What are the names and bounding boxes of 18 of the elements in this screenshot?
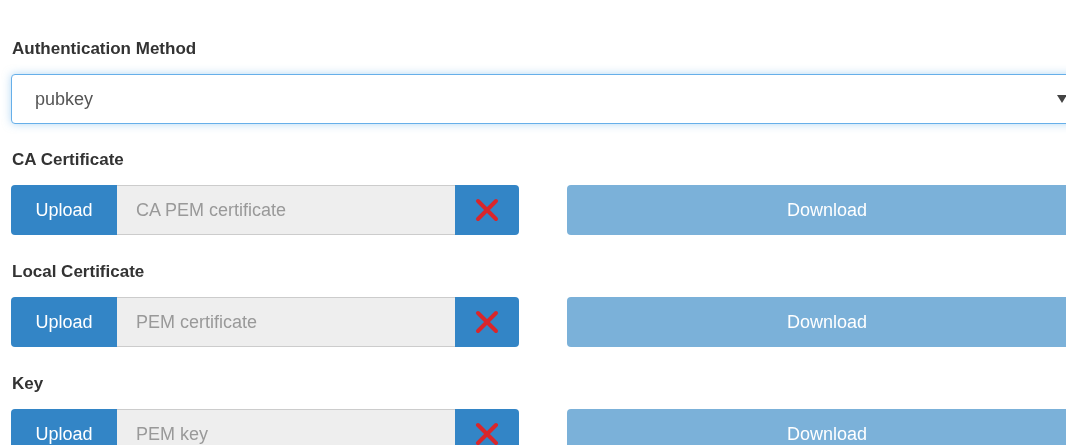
caret-icon xyxy=(1057,95,1066,103)
field-label: Key xyxy=(11,374,44,393)
method-dropdown[interactable]: pubkey xyxy=(11,74,1066,124)
field-label: Authentication Method xyxy=(11,39,197,58)
close-icon xyxy=(475,198,499,222)
close-icon xyxy=(475,422,499,445)
file-field[interactable]: CA PEM certificate xyxy=(117,185,455,235)
clear-button[interactable] xyxy=(455,297,519,347)
clear-button[interactable] xyxy=(455,185,519,235)
clear-button[interactable] xyxy=(455,409,519,445)
field-label: Local Certificate xyxy=(11,262,145,281)
upload-button[interactable]: Upload xyxy=(11,409,117,445)
field-label: CA Certificate xyxy=(11,150,124,169)
close-icon xyxy=(475,310,499,334)
upload-button[interactable]: Upload xyxy=(11,185,117,235)
file-field[interactable]: PEM key xyxy=(117,409,455,445)
upload-button[interactable]: Upload xyxy=(11,297,117,347)
file-field[interactable]: PEM certificate xyxy=(117,297,455,347)
